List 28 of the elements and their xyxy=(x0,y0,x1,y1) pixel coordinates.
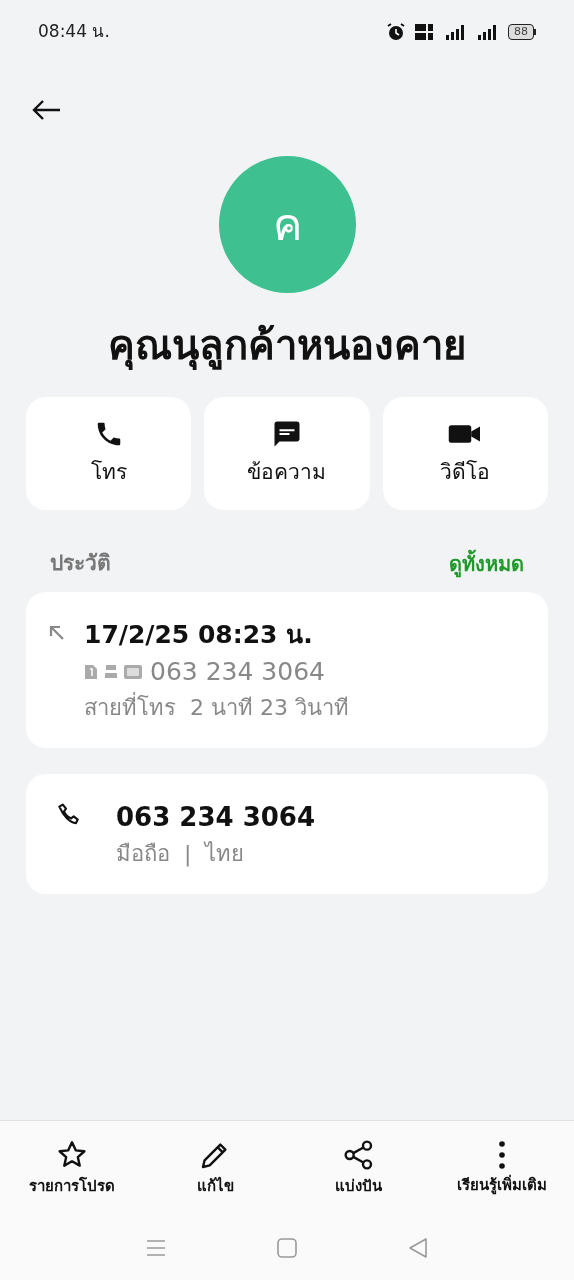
contact-name: คุณนุลูกค้าหนองคาย xyxy=(108,321,466,372)
share-button[interactable]: แบ่งปัน xyxy=(287,1138,431,1198)
separator: | xyxy=(184,839,192,869)
video-action-button[interactable]: วิดีโอ xyxy=(382,397,548,510)
phone-number: 063 234 3064 xyxy=(116,800,315,834)
number-type: มือถือ xyxy=(116,839,170,868)
call-history-card[interactable]: 17/2/25 08:23 น. 063 234 3064 สายที่โทร 2 นาที 23 วินาที xyxy=(26,591,548,748)
home-icon[interactable] xyxy=(276,1236,298,1259)
sim-icon xyxy=(84,663,98,680)
contact-avatar: ค xyxy=(218,156,356,293)
message-action-button[interactable]: ข้อความ xyxy=(204,397,370,510)
more-icon xyxy=(497,1139,508,1170)
edit-button[interactable]: แก้ไข xyxy=(143,1138,287,1198)
battery-indicator: 88 xyxy=(508,24,536,40)
call-duration: สายที่โทร 2 นาที 23 วินาที xyxy=(84,691,349,722)
share-icon xyxy=(342,1138,375,1171)
section-heading: ประวัติ xyxy=(50,550,111,577)
call-number: 063 234 3064 xyxy=(150,656,325,688)
number-region: ไทย xyxy=(205,839,245,868)
call-action-button[interactable]: โทร xyxy=(26,397,192,510)
favorite-button[interactable]: รายการโปรด xyxy=(0,1138,144,1198)
call-datetime: 17/2/25 08:23 น. xyxy=(84,618,314,651)
alarm-icon xyxy=(386,22,406,42)
outgoing-call-icon xyxy=(48,623,66,642)
status-time: 08:44 น. xyxy=(38,20,110,44)
more-button[interactable]: เรียนรู้เพิ่มเติม xyxy=(430,1139,574,1197)
phone-number-card[interactable]: 063 234 3064 มือถือ | ไทย xyxy=(26,773,548,894)
back-icon[interactable] xyxy=(407,1236,430,1259)
